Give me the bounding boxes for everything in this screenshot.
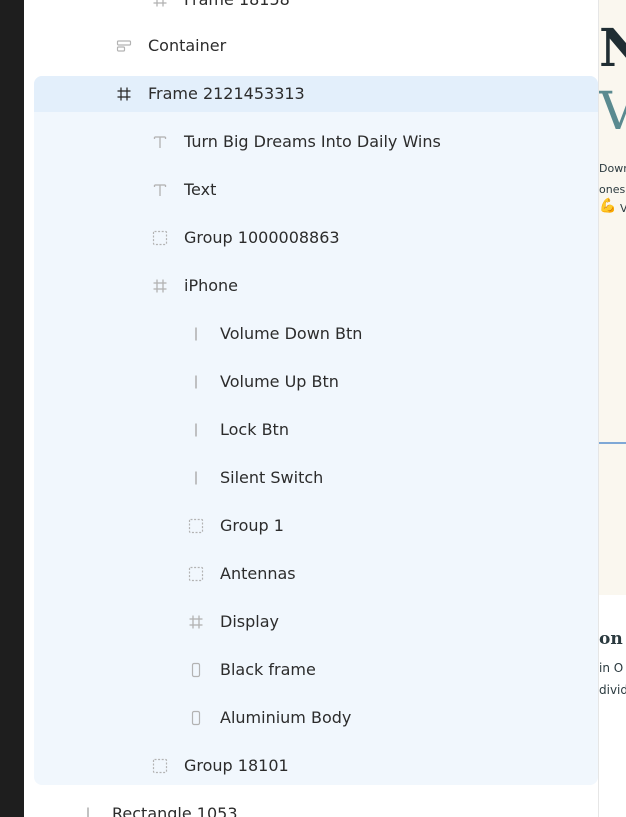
layer-label: Volume Up Btn — [220, 372, 339, 391]
text-icon — [150, 166, 170, 214]
layer-label: Black frame — [220, 660, 316, 679]
layer-row[interactable]: Display — [24, 598, 598, 646]
text-icon — [150, 118, 170, 166]
layer-row[interactable]: Frame 2121453313 — [24, 70, 598, 118]
line-icon — [78, 790, 98, 817]
layer-row[interactable]: Black frame — [24, 646, 598, 694]
rectangle-icon — [186, 646, 206, 694]
group-icon — [150, 214, 170, 262]
layer-row[interactable]: Text — [24, 166, 598, 214]
frame-icon — [150, 0, 170, 24]
line-icon — [186, 454, 206, 502]
layer-label: Group 1000008863 — [184, 228, 340, 247]
layer-label: Text — [184, 180, 217, 199]
layer-row[interactable]: Volume Down Btn — [24, 310, 598, 358]
canvas-text-ones: ones. — [599, 183, 626, 196]
layer-label: Antennas — [220, 564, 296, 583]
layer-label: Rectangle 1053 — [112, 804, 238, 817]
line-icon — [186, 358, 206, 406]
layer-row[interactable]: Aluminium Body — [24, 694, 598, 742]
canvas-text-divid: divid — [599, 683, 626, 697]
layer-row[interactable]: Lock Btn — [24, 406, 598, 454]
layer-label: Display — [220, 612, 279, 631]
layer-label: Silent Switch — [220, 468, 324, 487]
layer-label: Group 18101 — [184, 756, 289, 775]
canvas-text-down: Dowr — [599, 162, 626, 175]
line-icon — [186, 310, 206, 358]
canvas-text-v: V — [620, 202, 626, 215]
layer-label: iPhone — [184, 276, 239, 295]
layer-row[interactable]: Antennas — [24, 550, 598, 598]
rectangle-icon — [186, 694, 206, 742]
canvas-emoji: 💪 — [599, 198, 617, 214]
frame-icon — [114, 70, 134, 118]
layer-row[interactable]: Rectangle 1053 — [24, 790, 598, 817]
layer-label: Aluminium Body — [220, 708, 352, 727]
layer-row[interactable]: Container — [24, 22, 598, 70]
layer-row[interactable]: Group 1000008863 — [24, 214, 598, 262]
canvas-text-in-o: in O — [599, 661, 624, 675]
auto-layout-icon — [114, 22, 134, 70]
layer-row[interactable]: Silent Switch — [24, 454, 598, 502]
layer-label: Frame 2121453313 — [148, 84, 305, 103]
group-icon — [186, 502, 206, 550]
layer-row[interactable]: Volume Up Btn — [24, 358, 598, 406]
layers-panel: Frame 18158 Container Frame 2121453313 Turn… — [24, 0, 598, 817]
group-icon — [150, 742, 170, 790]
frame-icon — [150, 262, 170, 310]
left-edge-strip — [0, 0, 24, 817]
layer-row[interactable]: Frame 18158 — [24, 0, 598, 24]
layer-label: Group 1 — [220, 516, 284, 535]
canvas-accent-line — [599, 442, 626, 444]
frame-icon — [186, 598, 206, 646]
line-icon — [186, 406, 206, 454]
layer-label: Frame 18158 — [184, 0, 290, 24]
layer-row[interactable]: Group 18101 — [24, 742, 598, 790]
layer-label: Turn Big Dreams Into Daily Wins — [184, 132, 441, 151]
layer-row[interactable]: Group 1 — [24, 502, 598, 550]
layer-label: Container — [148, 36, 227, 55]
layer-label: Lock Btn — [220, 420, 289, 439]
canvas-text-on: on — [599, 629, 623, 649]
layer-row[interactable]: Turn Big Dreams Into Daily Wins — [24, 118, 598, 166]
layer-row[interactable]: iPhone — [24, 262, 598, 310]
canvas-heading-w: V — [599, 82, 626, 142]
group-icon — [186, 550, 206, 598]
canvas-heading-n: N — [599, 18, 626, 79]
layer-label: Volume Down Btn — [220, 324, 363, 343]
canvas-area[interactable]: N V Dowr ones. 💪 V on in O divid — [599, 0, 626, 817]
